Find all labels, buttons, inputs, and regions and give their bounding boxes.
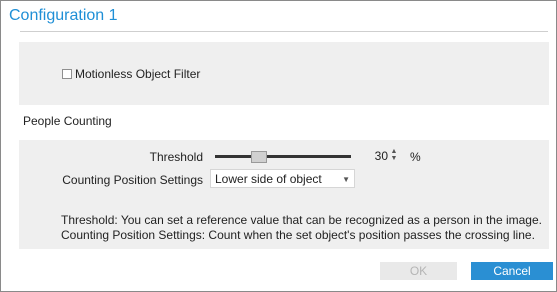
threshold-slider[interactable] — [215, 150, 351, 164]
threshold-slider-thumb[interactable] — [251, 151, 267, 163]
motionless-panel: Motionless Object Filter — [19, 42, 549, 105]
motionless-checkbox-row[interactable]: Motionless Object Filter — [62, 67, 200, 81]
people-counting-heading: People Counting — [23, 114, 112, 128]
threshold-spinbox[interactable]: 30 ▲ ▼ — [358, 148, 400, 164]
help-line-threshold: Threshold: You can set a reference value… — [61, 213, 542, 227]
ok-button[interactable]: OK — [380, 262, 457, 280]
help-text: Threshold: You can set a reference value… — [61, 213, 542, 243]
threshold-label: Threshold — [149, 150, 203, 164]
threshold-slider-track — [215, 155, 351, 158]
threshold-unit: % — [410, 150, 421, 164]
title-divider — [20, 31, 548, 32]
counting-position-label: Counting Position Settings — [62, 173, 203, 187]
dialog-title: Configuration 1 — [9, 7, 118, 24]
motionless-checkbox[interactable] — [62, 69, 72, 79]
counting-position-value: Lower side of object — [215, 172, 322, 186]
motionless-checkbox-label: Motionless Object Filter — [75, 67, 201, 81]
dialog-window: Configuration 1 Motionless Object Filter… — [0, 0, 557, 292]
spin-arrows-icon[interactable]: ▲ ▼ — [390, 148, 398, 164]
cancel-button[interactable]: Cancel — [471, 262, 553, 280]
chevron-down-icon: ▼ — [342, 175, 350, 184]
threshold-value[interactable]: 30 — [358, 149, 388, 163]
help-line-position: Counting Position Settings: Count when t… — [61, 228, 535, 242]
people-counting-panel: Threshold 30 ▲ ▼ % Counting Position Sett… — [19, 140, 549, 249]
counting-position-select[interactable]: Lower side of object ▼ — [210, 169, 355, 188]
